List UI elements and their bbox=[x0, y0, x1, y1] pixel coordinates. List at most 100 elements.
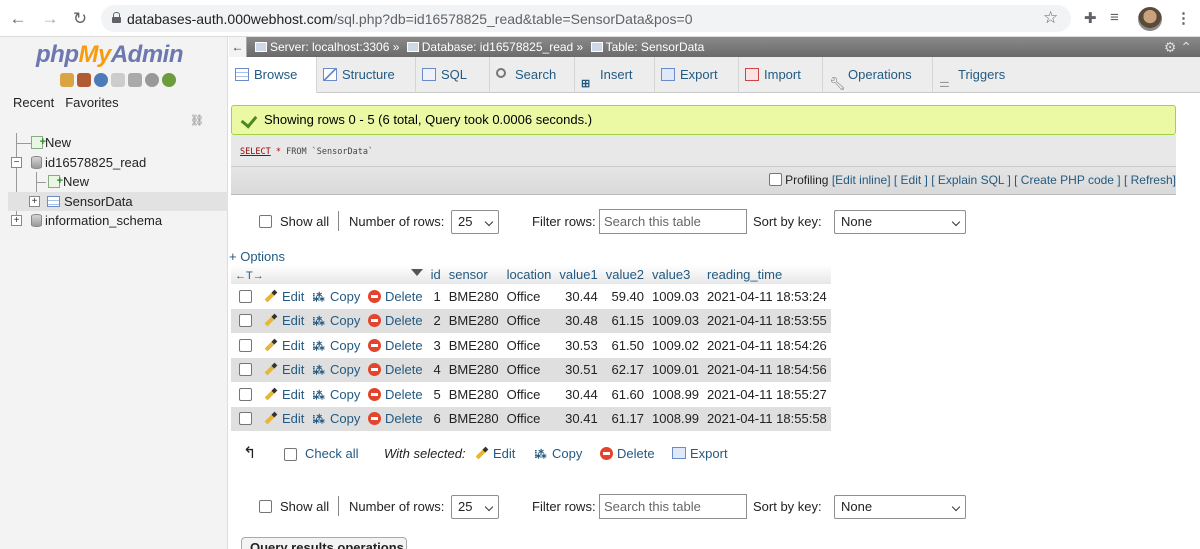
cell-value3[interactable]: 1009.02 bbox=[648, 333, 704, 358]
row-delete-button[interactable]: Delete bbox=[368, 289, 423, 304]
table-row[interactable]: Edit ⁞⁂ Copy Delete 3 BME280 Office 30.53 61.5… bbox=[231, 333, 831, 358]
row-checkbox[interactable] bbox=[239, 289, 252, 303]
breadcrumb-table[interactable]: Table: SensorData bbox=[606, 40, 705, 54]
row-edit-button[interactable]: Edit bbox=[264, 338, 304, 353]
row-delete-button[interactable]: Delete bbox=[368, 313, 423, 328]
cell-value2[interactable]: 61.17 bbox=[601, 406, 649, 431]
expand-icon[interactable]: + bbox=[29, 195, 40, 207]
collapse-icon[interactable]: − bbox=[11, 156, 22, 168]
bulk-copy-button[interactable]: ⁞⁂ Copy bbox=[534, 446, 582, 461]
bookmark-star-icon[interactable]: ☆ bbox=[1043, 8, 1058, 28]
cell-reading-time[interactable]: 2021-04-11 18:54:56 bbox=[703, 357, 831, 382]
table-row[interactable]: Edit ⁞⁂ Copy Delete 5 BME280 Office 30.44 61.6… bbox=[231, 382, 831, 407]
cell-value2[interactable]: 61.50 bbox=[601, 333, 649, 358]
filter-rows-input[interactable] bbox=[599, 209, 747, 234]
tab-search[interactable]: Search bbox=[490, 57, 575, 93]
cell-id[interactable]: 6 bbox=[426, 406, 445, 431]
row-checkbox[interactable] bbox=[239, 412, 252, 426]
row-delete-button[interactable]: Delete bbox=[368, 387, 423, 402]
tab-triggers[interactable]: ⚌ Triggers bbox=[933, 57, 1023, 93]
cell-value2[interactable]: 61.15 bbox=[601, 308, 649, 333]
cell-id[interactable]: 2 bbox=[426, 308, 445, 333]
bulk-delete-button[interactable]: Delete bbox=[600, 446, 655, 461]
check-all-checkbox[interactable] bbox=[284, 448, 297, 461]
tab-operations[interactable]: 🔧︎ Operations bbox=[823, 57, 933, 93]
row-edit-button[interactable]: Edit bbox=[264, 289, 304, 304]
address-bar[interactable]: databases-auth.000webhost.com/sql.php?db… bbox=[101, 5, 1071, 32]
cell-value1[interactable]: 30.44 bbox=[555, 284, 602, 309]
tab-structure[interactable]: Structure bbox=[317, 57, 416, 93]
tab-sql[interactable]: SQL bbox=[416, 57, 490, 93]
tree-item-information-schema[interactable]: + information_schema bbox=[8, 211, 228, 231]
cell-value3[interactable]: 1008.99 bbox=[648, 382, 704, 407]
cell-reading-time[interactable]: 2021-04-11 18:55:58 bbox=[703, 406, 831, 431]
media-control-icon[interactable]: ≡ bbox=[1110, 9, 1119, 26]
tab-browse[interactable]: Browse bbox=[229, 57, 317, 93]
column-header-id[interactable]: id bbox=[426, 265, 445, 284]
row-checkbox[interactable] bbox=[239, 338, 252, 352]
phpmyadmin-logo[interactable]: phpMyAdmin bbox=[36, 41, 184, 69]
row-copy-button[interactable]: ⁞⁂ Copy bbox=[312, 313, 360, 328]
cell-value2[interactable]: 62.17 bbox=[601, 357, 649, 382]
cell-id[interactable]: 1 bbox=[426, 284, 445, 309]
home-icon[interactable] bbox=[60, 73, 74, 87]
options-toggle[interactable]: + Options bbox=[229, 249, 285, 264]
filter-rows-input[interactable] bbox=[599, 494, 747, 519]
cell-location[interactable]: Office bbox=[502, 406, 556, 431]
query-action-links[interactable]: [Edit inline] [ Edit ] [ Explain SQL ] [… bbox=[832, 173, 1176, 187]
cell-value1[interactable]: 30.48 bbox=[555, 308, 602, 333]
sort-dropdown-icon[interactable] bbox=[410, 269, 423, 276]
row-edit-button[interactable]: Edit bbox=[264, 411, 304, 426]
exit-icon[interactable] bbox=[77, 73, 91, 87]
cell-sensor[interactable]: BME280 bbox=[444, 382, 503, 407]
cell-value3[interactable]: 1009.01 bbox=[648, 357, 704, 382]
row-delete-button[interactable]: Delete bbox=[368, 411, 423, 426]
breadcrumb-database[interactable]: Database: id16578825_read » bbox=[422, 40, 583, 54]
cell-reading-time[interactable]: 2021-04-11 18:53:24 bbox=[703, 284, 831, 309]
tab-import[interactable]: Import bbox=[739, 57, 823, 93]
column-header-location[interactable]: location bbox=[502, 265, 556, 284]
cell-sensor[interactable]: BME280 bbox=[444, 406, 503, 431]
docs-sql-icon[interactable] bbox=[128, 73, 142, 87]
extensions-icon[interactable]: ✚ bbox=[1084, 9, 1097, 27]
column-header-value2[interactable]: value2 bbox=[601, 265, 649, 284]
cell-reading-time[interactable]: 2021-04-11 18:55:27 bbox=[703, 382, 831, 407]
cell-location[interactable]: Office bbox=[502, 382, 556, 407]
reload-nav-icon[interactable] bbox=[162, 73, 176, 87]
collapse-nav-arrow-icon[interactable]: ← bbox=[229, 37, 247, 57]
row-delete-button[interactable]: Delete bbox=[368, 362, 423, 377]
cell-value1[interactable]: 30.53 bbox=[555, 333, 602, 358]
tree-item-new[interactable]: New bbox=[8, 133, 228, 153]
breadcrumb-server[interactable]: Server: localhost:3306 » bbox=[270, 40, 399, 54]
cell-value3[interactable]: 1009.03 bbox=[648, 308, 704, 333]
table-row[interactable]: Edit ⁞⁂ Copy Delete 6 BME280 Office 30.41 61.1… bbox=[231, 406, 831, 431]
cell-id[interactable]: 4 bbox=[426, 357, 445, 382]
table-row[interactable]: Edit ⁞⁂ Copy Delete 2 BME280 Office 30.48 61.1… bbox=[231, 308, 831, 333]
row-copy-button[interactable]: ⁞⁂ Copy bbox=[312, 411, 360, 426]
forward-arrow-icon[interactable]: → bbox=[40, 9, 60, 29]
table-row[interactable]: Edit ⁞⁂ Copy Delete 4 BME280 Office 30.51 62.1… bbox=[231, 357, 831, 382]
column-header-sensor[interactable]: sensor bbox=[444, 265, 503, 284]
settings-gear-icon[interactable]: ⚙ ⌃ bbox=[1164, 37, 1192, 57]
tab-export[interactable]: Export bbox=[655, 57, 739, 93]
bulk-export-button[interactable]: Export bbox=[672, 446, 728, 461]
table-row[interactable]: Edit ⁞⁂ Copy Delete 1 BME280 Office 30.44 59.4… bbox=[231, 284, 831, 309]
sort-by-key-select[interactable]: None bbox=[834, 495, 966, 519]
link-chain-icon[interactable]: ⛓ bbox=[190, 114, 204, 127]
row-edit-button[interactable]: Edit bbox=[264, 387, 304, 402]
expand-icon[interactable]: + bbox=[11, 215, 22, 226]
query-results-operations-header[interactable]: Query results operations bbox=[241, 537, 407, 549]
cell-value3[interactable]: 1008.99 bbox=[648, 406, 704, 431]
tab-insert[interactable]: ⊞ Insert bbox=[575, 57, 655, 93]
check-all-label[interactable]: Check all bbox=[305, 446, 358, 461]
settings-gear-icon[interactable] bbox=[145, 73, 159, 87]
profiling-checkbox[interactable] bbox=[768, 173, 782, 186]
show-all-checkbox[interactable] bbox=[259, 215, 272, 228]
row-checkbox[interactable] bbox=[239, 363, 252, 377]
cell-location[interactable]: Office bbox=[502, 333, 556, 358]
tab-favorites[interactable]: Favorites bbox=[65, 95, 118, 110]
tree-item-db-read[interactable]: − id16578825_read bbox=[8, 153, 228, 173]
docs-icon[interactable] bbox=[111, 73, 125, 87]
rows-per-page-select[interactable]: 25 bbox=[451, 495, 499, 519]
back-arrow-icon[interactable]: ← bbox=[8, 9, 28, 29]
